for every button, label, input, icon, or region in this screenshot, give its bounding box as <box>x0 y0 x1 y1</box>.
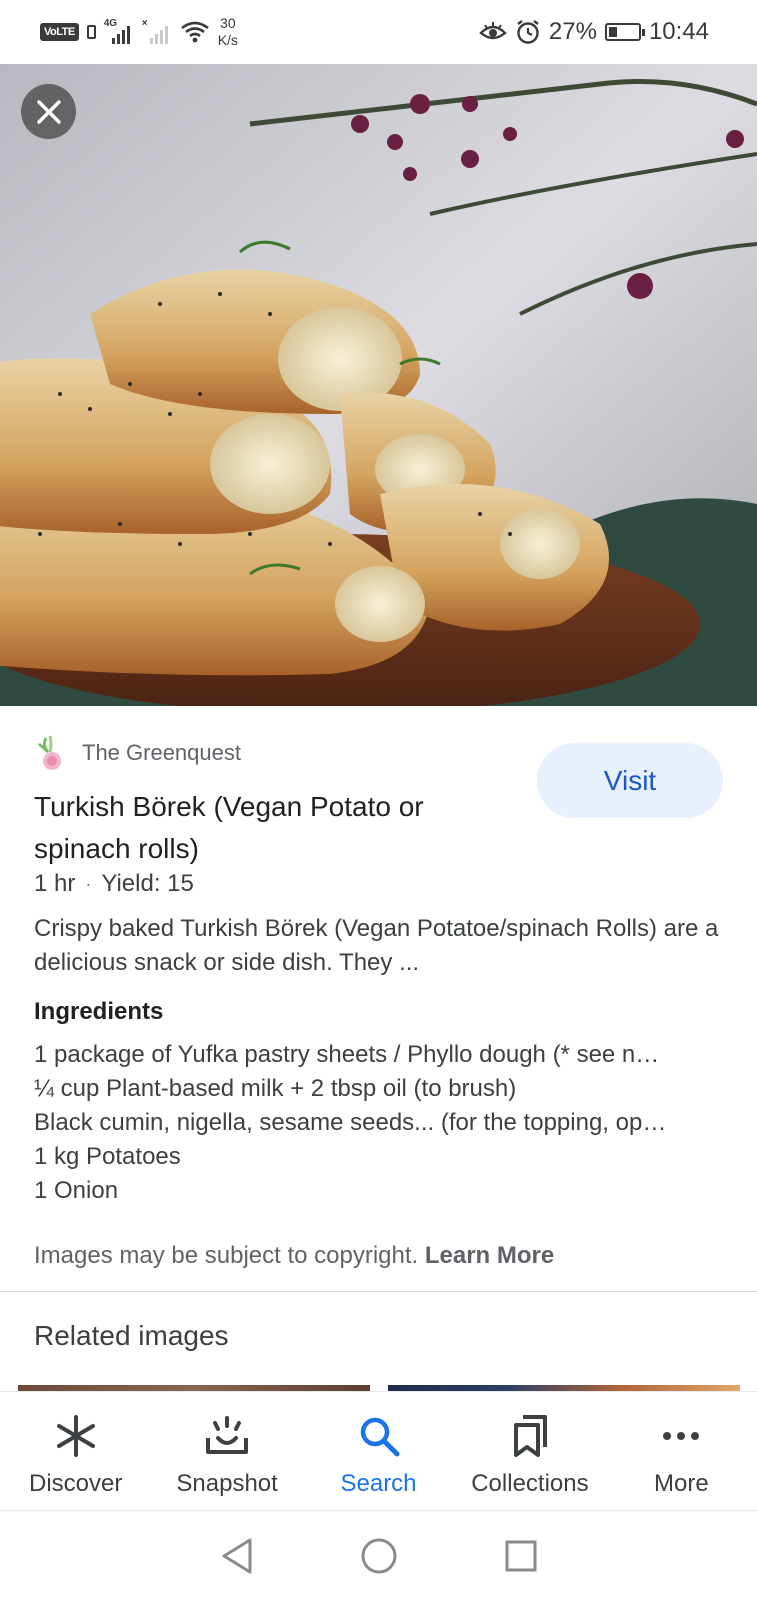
visit-button[interactable]: Visit <box>537 743 723 818</box>
more-icon <box>663 1432 700 1440</box>
network-speed: 30 K/s <box>217 15 238 48</box>
ingredient-item: 1 kg Potatoes <box>34 1143 181 1170</box>
borek-photo <box>0 64 757 706</box>
close-button[interactable] <box>21 84 76 139</box>
copyright-text: Images may be subject to copyright. <box>34 1242 419 1269</box>
nav-label: Search <box>340 1470 417 1497</box>
home-icon[interactable] <box>360 1537 398 1575</box>
system-navigation-bar <box>0 1510 757 1600</box>
asterisk-icon <box>56 1415 95 1457</box>
recipe-description: Crispy baked Turkish Börek (Vegan Potato… <box>34 915 719 976</box>
battery-percent: 27% <box>548 18 597 45</box>
battery-icon <box>604 23 645 41</box>
learn-more-link[interactable]: Learn More <box>425 1242 554 1269</box>
ingredient-item: 1 package of Yufka pastry sheets / Phyll… <box>34 1041 660 1068</box>
source-logo-icon <box>38 735 61 770</box>
close-icon <box>36 99 61 124</box>
volte-icon: VoLTE <box>40 23 79 41</box>
recents-icon[interactable] <box>504 1539 538 1573</box>
nav-discover[interactable]: Discover <box>0 1392 151 1509</box>
status-right: 27% 10:44 <box>479 14 709 50</box>
signal-icon: 4G <box>104 18 134 46</box>
wifi-icon <box>180 21 209 43</box>
clock: 10:44 <box>648 18 709 45</box>
nav-search[interactable]: Search <box>303 1392 454 1509</box>
ingredients-heading: Ingredients <box>34 998 164 1025</box>
ingredient-item: 1 Onion <box>34 1177 119 1204</box>
nav-label: Snapshot <box>176 1470 278 1497</box>
nav-more[interactable]: More <box>606 1392 757 1509</box>
nav-label: More <box>653 1470 709 1497</box>
snapshot-icon <box>206 1416 249 1454</box>
sim-icon <box>86 25 96 39</box>
recipe-title[interactable]: Turkish Börek (Vegan Potato or spinach r… <box>34 786 504 870</box>
ingredients-list: 1 package of Yufka pastry sheets / Phyll… <box>34 1038 724 1208</box>
recipe-image <box>0 64 757 706</box>
recipe-yield: Yield: 15 <box>101 870 194 897</box>
eye-comfort-icon <box>479 22 507 40</box>
nav-label: Discover <box>29 1470 123 1497</box>
status-bar: VoLTE 4G × 30 K/s 27% 10:44 <box>0 0 757 64</box>
ingredient-item: Black cumin, nigella, sesame seeds... (f… <box>34 1109 667 1136</box>
recipe-meta: 1 hr · Yield: 15 <box>34 870 194 898</box>
alarm-icon <box>517 20 539 44</box>
status-left: VoLTE 4G × 30 K/s <box>40 14 238 50</box>
meta-separator: · <box>85 873 92 894</box>
related-images-heading: Related images <box>34 1320 229 1351</box>
bottom-navigation: Discover Snapshot Search Collections Mor… <box>0 1391 757 1509</box>
nav-collections[interactable]: Collections <box>454 1392 605 1509</box>
source-row[interactable]: The Greenquest <box>34 734 241 772</box>
copyright-notice: Images may be subject to copyright. Lear… <box>34 1242 554 1270</box>
nav-label: Collections <box>471 1470 589 1497</box>
section-divider <box>0 1291 757 1292</box>
ingredient-item: ¼ cup Plant-based milk + 2 tbsp oil (to … <box>34 1075 517 1102</box>
source-name: The Greenquest <box>82 740 241 765</box>
search-icon <box>360 1417 400 1457</box>
nav-snapshot[interactable]: Snapshot <box>151 1392 302 1509</box>
recipe-time: 1 hr <box>34 870 76 897</box>
collections-icon <box>513 1415 547 1457</box>
back-icon[interactable] <box>220 1537 254 1575</box>
signal-sim2-icon: × <box>142 18 172 46</box>
